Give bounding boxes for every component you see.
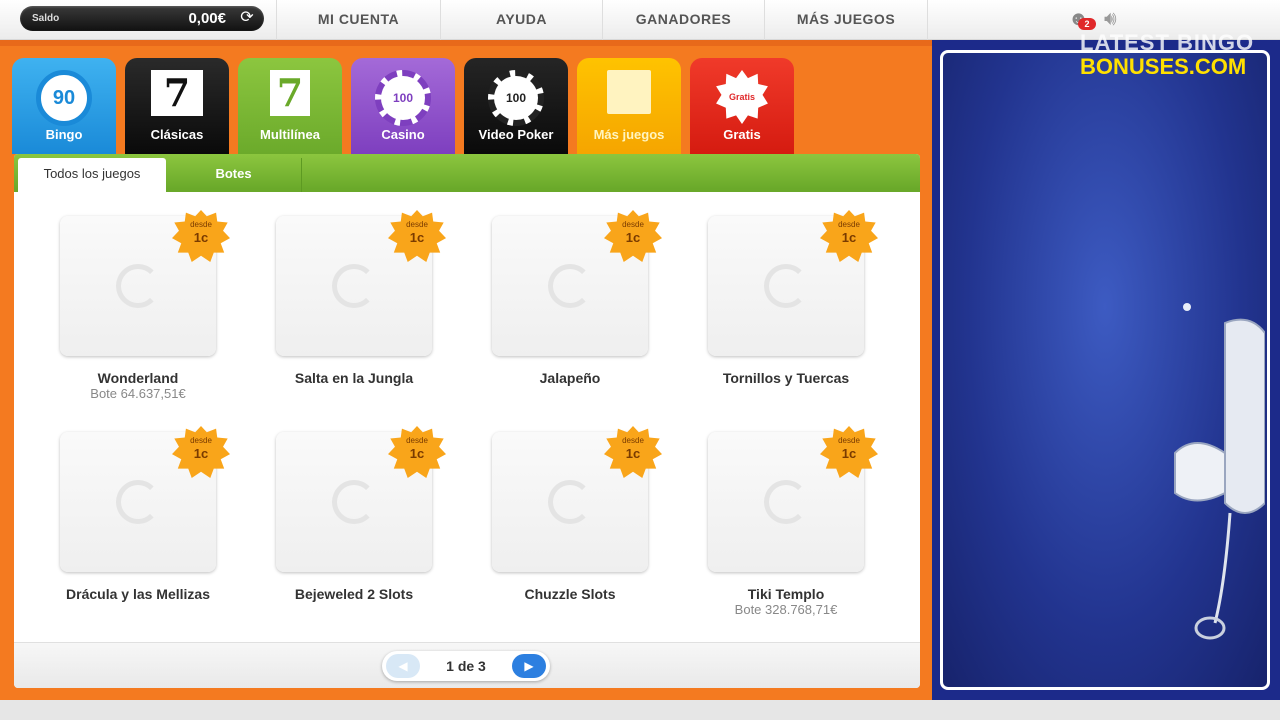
side-panel [932,40,1280,700]
pagination: ◀ 1 de 3 ▶ [382,651,550,681]
category-tab-clasicas[interactable]: 7 Clásicas [125,58,229,154]
balance-value: 0,00€ [188,10,226,27]
seven-icon: 7 [270,70,310,116]
badge-price: 1c [193,446,209,461]
game-jackpot: Bote 328.768,71€ [734,602,838,617]
loading-spinner-icon [116,264,160,308]
tab-todos-los-juegos[interactable]: Todos los juegos [18,158,166,192]
nav-mi-cuenta[interactable]: MI CUENTA [276,0,440,40]
category-tab-casino[interactable]: 100 Casino [351,58,455,154]
game-name[interactable]: Tiki Templo [686,586,886,602]
notification-badge: 2 [1078,18,1096,30]
tab-botes[interactable]: Botes [166,158,302,192]
loading-spinner-icon [548,264,592,308]
category-tabs: 90 Bingo 7 Clásicas 7 Multilínea 100 Cas… [12,58,794,158]
loading-spinner-icon [764,264,808,308]
page-indicator: 1 de 3 [446,658,486,674]
loading-spinner-icon [548,480,592,524]
bingo-ball-icon: 90 [36,70,92,126]
category-label: Video Poker [478,127,554,142]
badge-price: 1c [409,230,425,245]
gratis-burst-icon: Gratis [716,70,768,124]
category-label: Bingo [45,127,83,142]
refresh-icon[interactable]: ⟳ [238,9,256,27]
casino-chip-icon: 100 [375,70,431,126]
category-tab-multilinea[interactable]: 7 Multilínea [238,58,342,158]
pagination-bar: ◀ 1 de 3 ▶ [14,642,920,688]
games-panel: Todos los juegos Botes desde 1c Wonderlan… [14,154,920,688]
category-label: Multilínea [260,127,320,142]
footer-bar [0,700,1280,720]
game-name[interactable]: Jalapeño [470,370,670,386]
badge-price: 1c [409,446,425,461]
game-name[interactable]: Drácula y las Mellizas [38,586,238,602]
nav-mas-juegos[interactable]: MÁS JUEGOS [764,0,928,40]
category-label: Más juegos [593,127,665,142]
category-label: Gratis [723,127,761,142]
category-tab-bingo[interactable]: 90 Bingo [12,58,116,154]
loading-spinner-icon [332,264,376,308]
sticky-note-icon [607,70,651,114]
game-name[interactable]: Tornillos y Tuercas [686,370,886,386]
friends-icon[interactable]: ☻ 2 [1068,8,1096,30]
watermark-line1: LATEST BINGO [1080,30,1255,55]
loading-spinner-icon [764,480,808,524]
loading-spinner-icon [332,480,376,524]
nav-ayuda[interactable]: AYUDA [440,0,602,40]
balance-label: Saldo [32,13,60,24]
seven-icon: 7 [151,70,203,116]
next-page-button[interactable]: ▶ [512,654,546,678]
prev-page-button[interactable]: ◀ [386,654,420,678]
game-name[interactable]: Wonderland [38,370,238,386]
category-tab-gratis[interactable]: Gratis Gratis [690,58,794,154]
top-icons: ☻ 2 🔊︎ [1068,8,1117,30]
category-tab-video-poker[interactable]: 100 Video Poker [464,58,568,154]
category-tab-mas-juegos[interactable]: Más juegos [577,58,681,154]
poker-chip-icon: 100 [488,70,544,126]
badge-price: 1c [841,230,857,245]
watermark-line2: BONUSES.COM [1080,54,1247,79]
badge-price: 1c [625,446,641,461]
nav-ganadores[interactable]: GANADORES [602,0,764,40]
game-name[interactable]: Salta en la Jungla [254,370,454,386]
category-label: Clásicas [150,127,204,142]
category-label: Casino [381,127,425,142]
badge-price: 1c [625,230,641,245]
filter-tabs: Todos los juegos Botes [14,154,920,192]
badge-price: 1c [193,230,209,245]
loading-spinner-icon [116,480,160,524]
robot-mascot-icon [1174,303,1265,640]
balance-pill: Saldo 0,00€ ⟳ [20,6,264,31]
game-name[interactable]: Chuzzle Slots [470,586,670,602]
game-name[interactable]: Bejeweled 2 Slots [254,586,454,602]
promo-panel [940,50,1270,690]
watermark-logo: LATEST BINGO BONUSES.COM [1080,30,1254,80]
badge-price: 1c [841,446,857,461]
game-jackpot: Bote 64.637,51€ [90,386,186,401]
sound-icon[interactable]: 🔊︎ [1104,8,1117,30]
main-nav: MI CUENTA AYUDA GANADORES MÁS JUEGOS [276,0,928,40]
